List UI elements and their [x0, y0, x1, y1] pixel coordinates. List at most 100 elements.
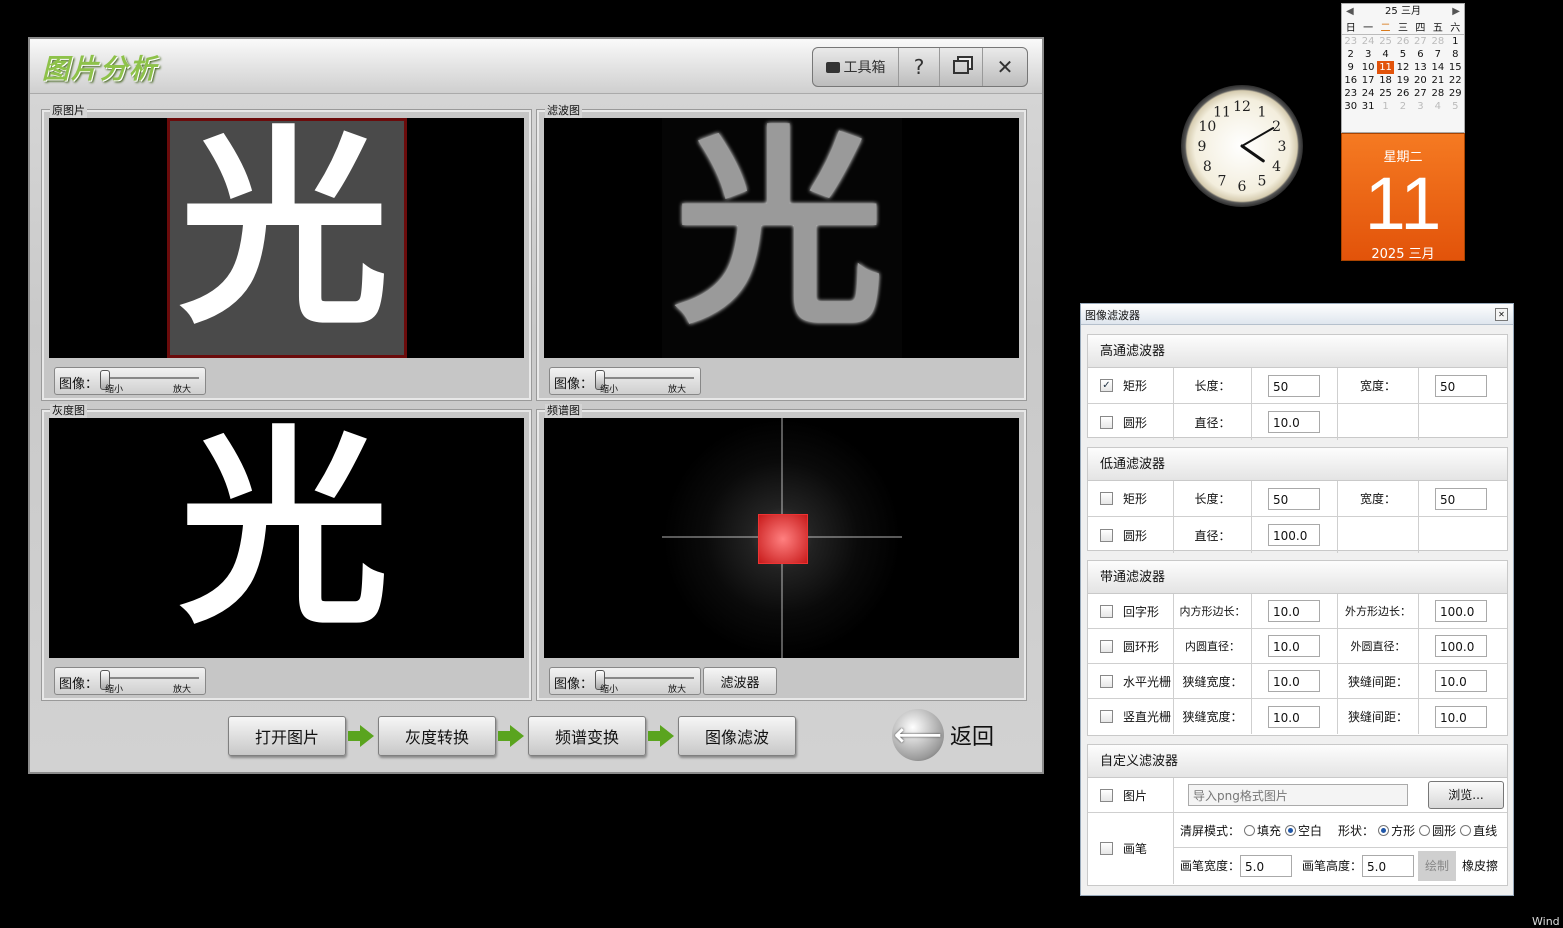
- calendar-day[interactable]: 16: [1342, 74, 1359, 87]
- calendar-day[interactable]: 2: [1394, 100, 1411, 113]
- low-pass-width-input[interactable]: 50: [1435, 487, 1487, 510]
- zoom-slider[interactable]: 图像： 缩小 放大: [549, 367, 701, 395]
- calendar-day[interactable]: 12: [1394, 61, 1411, 74]
- weekday-header: 日: [1342, 19, 1360, 35]
- calendar-day[interactable]: 3: [1359, 48, 1376, 61]
- back-button[interactable]: ⟵ 返回: [892, 706, 1012, 764]
- high-pass-diameter-input[interactable]: 10.0: [1268, 411, 1320, 433]
- close-button[interactable]: ✕: [983, 48, 1027, 86]
- high-pass-rect-checkbox[interactable]: ✓: [1100, 379, 1113, 392]
- square-radio[interactable]: [1378, 824, 1390, 836]
- filter-button[interactable]: 滤波器: [703, 667, 777, 695]
- png-path-input[interactable]: 导入png格式图片: [1188, 784, 1408, 806]
- calendar-day[interactable]: 4: [1377, 48, 1394, 61]
- browse-button[interactable]: 浏览...: [1428, 781, 1504, 809]
- calendar-day[interactable]: 27: [1412, 87, 1429, 100]
- toolbox-button[interactable]: 工具箱: [813, 48, 899, 86]
- calendar-day[interactable]: 1: [1377, 100, 1394, 113]
- close-icon[interactable]: ✕: [1495, 308, 1508, 321]
- calendar-day[interactable]: 10: [1359, 61, 1376, 74]
- calendar-day[interactable]: 23: [1342, 87, 1359, 100]
- ring-inner-input[interactable]: 10.0: [1268, 635, 1320, 657]
- custom-image-checkbox[interactable]: [1100, 788, 1113, 802]
- calendar-day[interactable]: 17: [1359, 74, 1376, 87]
- calendar-day[interactable]: 24: [1359, 87, 1376, 100]
- calendar-day[interactable]: 6: [1412, 48, 1429, 61]
- calendar-day[interactable]: 1: [1447, 35, 1464, 49]
- open-image-button[interactable]: 打开图片: [228, 716, 346, 756]
- fill-radio[interactable]: [1244, 824, 1256, 836]
- next-month-icon[interactable]: ▶: [1452, 4, 1460, 19]
- calendar-day[interactable]: 8: [1447, 48, 1464, 61]
- calendar-day[interactable]: 21: [1429, 74, 1446, 87]
- calendar-day[interactable]: 3: [1412, 100, 1429, 113]
- line-radio[interactable]: [1460, 824, 1472, 836]
- calendar-day[interactable]: 18: [1377, 74, 1394, 87]
- calendar-day[interactable]: 24: [1359, 35, 1376, 49]
- calendar-day[interactable]: 5: [1394, 48, 1411, 61]
- square-ring-inner-input[interactable]: 10.0: [1268, 600, 1320, 622]
- original-image-panel: 原图片 光 图像： 缩小 放大: [41, 104, 532, 401]
- calendar-day[interactable]: 31: [1359, 100, 1376, 113]
- calendar-day[interactable]: 4: [1429, 100, 1446, 113]
- ring-checkbox[interactable]: [1100, 639, 1113, 653]
- prev-month-icon[interactable]: ◀: [1346, 4, 1354, 19]
- calendar-day[interactable]: 26: [1394, 35, 1411, 49]
- calendar-day[interactable]: 25: [1377, 87, 1394, 100]
- zoom-slider[interactable]: 图像： 缩小 放大: [549, 667, 701, 695]
- image-filter-button[interactable]: 图像滤波: [678, 716, 796, 756]
- calendar-day[interactable]: 30: [1342, 100, 1359, 113]
- low-pass-rect-checkbox[interactable]: [1100, 492, 1113, 505]
- zoom-slider[interactable]: 图像： 缩小 放大: [54, 667, 206, 695]
- spectrum-transform-button[interactable]: 频谱变换: [528, 716, 646, 756]
- calendar-day[interactable]: 19: [1394, 74, 1411, 87]
- h-grating-checkbox[interactable]: [1100, 674, 1113, 688]
- help-button[interactable]: ?: [899, 48, 940, 86]
- calendar-day[interactable]: 28: [1429, 87, 1446, 100]
- calendar-gadget[interactable]: ◀ 25 三月 ▶ 日一二三四五六 23 24 25 26 27 28 1 2 3 4 5 6 7 8 9 10…: [1341, 3, 1465, 133]
- low-pass-length-input[interactable]: 50: [1268, 487, 1320, 510]
- draw-button[interactable]: 绘制: [1418, 850, 1457, 881]
- ring-outer-input[interactable]: 100.0: [1435, 635, 1487, 657]
- calendar-day[interactable]: 14: [1429, 61, 1446, 74]
- h-grating-slit-gap-input[interactable]: 10.0: [1435, 670, 1487, 692]
- restore-button[interactable]: [940, 48, 983, 86]
- title-bar[interactable]: 图片分析 工具箱 ? ✕: [30, 39, 1042, 94]
- clock-gadget[interactable]: 12 1 2 3 4 5 6 7 8 9 10 11: [1181, 85, 1303, 207]
- high-pass-circle-checkbox[interactable]: [1100, 415, 1113, 429]
- filter-window-titlebar[interactable]: 图像滤波器 ✕: [1081, 304, 1513, 325]
- calendar-day[interactable]: 25: [1377, 35, 1394, 49]
- calendar-day[interactable]: 29: [1447, 87, 1464, 100]
- square-ring-checkbox[interactable]: [1100, 604, 1113, 618]
- calendar-day[interactable]: 9: [1342, 61, 1359, 74]
- v-grating-slit-gap-input[interactable]: 10.0: [1435, 705, 1487, 728]
- calendar-day[interactable]: 5: [1447, 100, 1464, 113]
- brush-width-input[interactable]: 5.0: [1240, 854, 1293, 877]
- calendar-day[interactable]: 27: [1412, 35, 1429, 49]
- low-pass-circle-checkbox[interactable]: [1100, 528, 1113, 542]
- blank-radio[interactable]: [1285, 824, 1297, 836]
- calendar-day[interactable]: 26: [1394, 87, 1411, 100]
- brush-height-input[interactable]: 5.0: [1362, 854, 1415, 877]
- calendar-day[interactable]: 2: [1342, 48, 1359, 61]
- calendar-day[interactable]: 28: [1429, 35, 1446, 49]
- v-grating-checkbox[interactable]: [1100, 710, 1113, 723]
- calendar-day[interactable]: 11: [1376, 61, 1395, 74]
- high-pass-width-input[interactable]: 50: [1435, 374, 1487, 397]
- low-pass-diameter-input[interactable]: 100.0: [1268, 524, 1320, 546]
- h-grating-slit-width-input[interactable]: 10.0: [1268, 670, 1320, 692]
- calendar-day[interactable]: 7: [1429, 48, 1446, 61]
- calendar-day[interactable]: 20: [1412, 74, 1429, 87]
- eraser-button[interactable]: 橡皮擦: [1462, 857, 1498, 874]
- circle-radio[interactable]: [1419, 824, 1431, 836]
- brush-checkbox[interactable]: [1100, 842, 1113, 855]
- calendar-day[interactable]: 13: [1412, 61, 1429, 74]
- high-pass-length-input[interactable]: 50: [1268, 374, 1320, 397]
- calendar-day[interactable]: 15: [1447, 61, 1464, 74]
- grayscale-button[interactable]: 灰度转换: [378, 716, 496, 756]
- calendar-day[interactable]: 22: [1447, 74, 1464, 87]
- zoom-slider[interactable]: 图像： 缩小 放大: [54, 367, 206, 395]
- square-ring-outer-input[interactable]: 100.0: [1435, 600, 1487, 622]
- calendar-day[interactable]: 23: [1342, 35, 1359, 49]
- v-grating-slit-width-input[interactable]: 10.0: [1268, 705, 1320, 728]
